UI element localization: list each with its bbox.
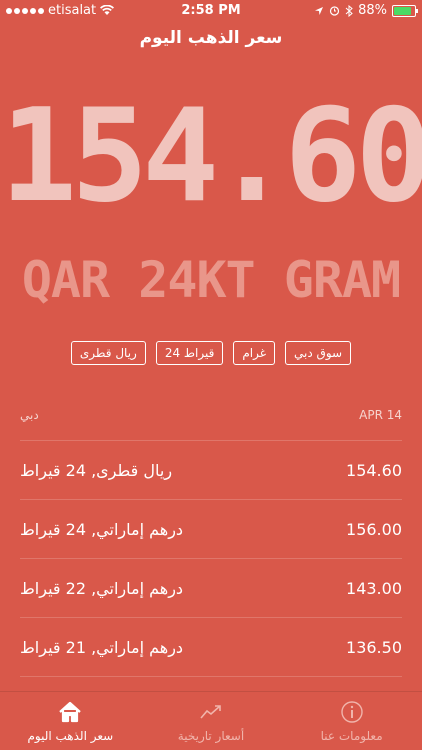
price-row-value: 136.50 — [346, 637, 402, 657]
price-row-label: ريال قطرى, 24 قيراط — [20, 460, 173, 480]
price-list: ريال قطرى, 24 قيراط 154.60 درهم إماراتي,… — [0, 440, 422, 677]
price-row[interactable]: ريال قطرى, 24 قيراط 154.60 — [20, 440, 402, 500]
tab-bar: سعر الذهب اليوم أسعار تاريخية معلومات عن… — [0, 691, 422, 750]
page-title: سعر الذهب اليوم — [139, 28, 283, 48]
battery-icon — [392, 4, 418, 17]
tab-label: معلومات عنا — [320, 729, 383, 743]
karat-filter-button[interactable]: قيراط 24 — [155, 341, 224, 365]
currency-filter-button[interactable]: ريال قطرى — [70, 341, 146, 365]
alarm-icon — [329, 6, 340, 16]
filter-chips: ريال قطرى قيراط 24 غرام سوق دبي — [0, 341, 422, 365]
price-row-value: 143.00 — [346, 578, 402, 598]
market-filter-button[interactable]: سوق دبي — [285, 341, 352, 365]
info-icon — [340, 701, 363, 723]
price-row[interactable]: درهم إماراتي, 21 قيراط 136.50 — [20, 618, 402, 677]
location-icon — [315, 6, 324, 15]
hero-price: 154.60 — [0, 82, 422, 231]
tab-label: أسعار تاريخية — [177, 729, 245, 743]
battery-level — [394, 6, 412, 15]
tab-today-price[interactable]: سعر الذهب اليوم — [10, 699, 130, 743]
price-row[interactable]: درهم إماراتي, 24 قيراط 156.00 — [20, 500, 402, 559]
price-row-value: 156.00 — [346, 519, 402, 539]
home-icon — [59, 701, 82, 723]
section-header: دبي APR 14 — [20, 408, 402, 422]
price-row-label: درهم إماراتي, 22 قيراط — [20, 578, 184, 598]
price-row-value: 154.60 — [346, 460, 402, 480]
tab-about[interactable]: معلومات عنا — [292, 699, 412, 743]
market-label: دبي — [20, 408, 39, 422]
tab-history[interactable]: أسعار تاريخية — [151, 699, 271, 743]
status-right: 88% — [314, 3, 418, 18]
tab-label: سعر الذهب اليوم — [27, 729, 114, 743]
unit-filter-button[interactable]: غرام — [233, 341, 276, 365]
date-label: APR 14 — [359, 408, 402, 422]
bluetooth-icon — [345, 4, 353, 17]
hero-unit: QAR 24KT GRAM — [21, 251, 401, 309]
price-row-label: درهم إماراتي, 21 قيراط — [20, 637, 184, 657]
trend-icon — [200, 705, 221, 719]
price-row[interactable]: درهم إماراتي, 22 قيراط 143.00 — [20, 559, 402, 618]
price-row-label: درهم إماراتي, 24 قيراط — [20, 519, 184, 539]
status-bar: etisalat 2:58 PM 88% — [0, 0, 422, 22]
battery-percent: 88% — [358, 3, 387, 18]
